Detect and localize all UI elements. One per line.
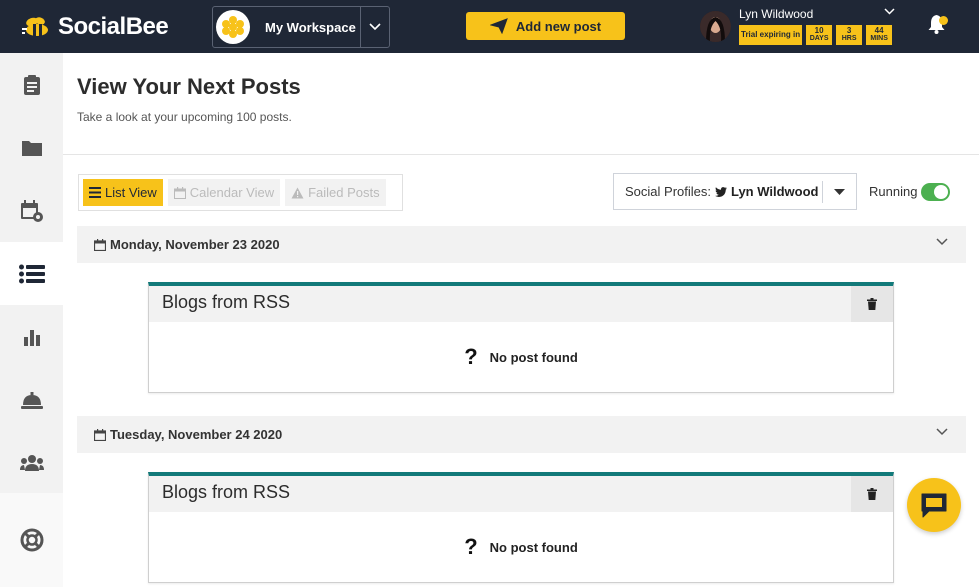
bar-chart-icon (23, 329, 40, 346)
sidebar-item-categories[interactable] (0, 116, 63, 179)
folder-icon (21, 140, 42, 156)
notification-badge (939, 16, 948, 25)
list-icon (18, 264, 45, 283)
chevron-down-icon[interactable] (936, 238, 948, 246)
warning-icon (291, 187, 304, 198)
calendar-gear-icon (20, 199, 43, 222)
social-profiles-value: Lyn Wildwood (730, 184, 819, 199)
empty-state-text: No post found (489, 539, 578, 555)
socialbee-logo[interactable]: SocialBee (22, 12, 169, 42)
sidebar-item-concierge[interactable] (0, 368, 63, 431)
user-name[interactable]: Lyn Wildwood (739, 7, 813, 21)
user-photo-icon (700, 11, 731, 42)
sidebar-item-team[interactable] (0, 431, 63, 494)
tab-list-view-label: List View (105, 185, 157, 200)
sidebar-item-queue[interactable] (0, 242, 63, 305)
service-bell-icon (20, 391, 43, 409)
category-card-header: Blogs from RSS (149, 286, 893, 322)
tab-failed-posts-label: Failed Posts (308, 185, 380, 200)
sidebar-item-content[interactable] (0, 53, 63, 116)
category-card: Blogs from RSS ? No post found (148, 472, 894, 583)
social-profiles-label: Social Profiles: Lyn Wildwood (625, 184, 819, 199)
workspace-selector[interactable]: My Workspace (212, 6, 390, 48)
users-icon (19, 454, 44, 471)
calendar-icon (94, 238, 106, 251)
calendar-icon (94, 428, 106, 441)
page-subtitle: Take a look at your upcoming 100 posts. (77, 110, 292, 124)
list-icon (89, 187, 101, 198)
tab-calendar-view-label: Calendar View (189, 185, 275, 200)
view-tabs: List View Calendar View Failed Posts (78, 174, 403, 211)
tab-failed-posts[interactable]: Failed Posts (285, 179, 386, 206)
main-content: View Your Next Posts Take a look at your… (63, 53, 979, 587)
chevron-down-icon (369, 23, 381, 31)
running-toggle[interactable] (921, 183, 950, 201)
trial-label: Trial expiring in (739, 25, 803, 45)
trial-days: 10 DAYS (806, 25, 833, 45)
paper-plane-icon (489, 18, 508, 34)
category-title: Blogs from RSS (162, 292, 291, 312)
empty-state-text: No post found (489, 349, 578, 365)
logo-text: SocialBee (58, 13, 169, 40)
clipboard-icon (23, 74, 40, 95)
caret-down-icon (834, 188, 845, 195)
question-icon: ? (464, 344, 478, 369)
social-profiles-select[interactable]: Social Profiles: Lyn Wildwood (613, 173, 857, 210)
delete-button[interactable] (851, 286, 893, 322)
delete-button[interactable] (851, 476, 893, 512)
bee-icon (22, 17, 48, 36)
workspace-avatar (216, 10, 250, 44)
running-label: Running (869, 184, 918, 199)
trial-minutes: 44 MINS (866, 25, 893, 45)
user-menu-chevron-icon[interactable] (884, 8, 895, 15)
category-card: Blogs from RSS ? No post found (148, 282, 894, 393)
day-date: Tuesday, November 24 2020 (110, 427, 283, 442)
chat-icon (921, 493, 947, 518)
day-header[interactable]: Monday, November 23 2020 (77, 226, 966, 263)
empty-state: ? No post found (149, 322, 893, 392)
twitter-icon (714, 186, 727, 197)
page-title: View Your Next Posts (77, 74, 301, 99)
user-avatar[interactable] (700, 11, 731, 42)
toggle-knob (934, 185, 948, 199)
calendar-icon (173, 186, 186, 199)
category-title: Blogs from RSS (162, 482, 291, 502)
sidebar-item-analytics[interactable] (0, 305, 63, 368)
question-icon: ? (464, 534, 478, 559)
trash-icon (867, 488, 877, 500)
top-bar: SocialBee My Workspace Add new post Lyn … (0, 0, 979, 53)
category-card-header: Blogs from RSS (149, 476, 893, 512)
life-ring-icon (20, 528, 43, 552)
sidebar (0, 53, 63, 587)
add-new-post-button[interactable]: Add new post (466, 12, 625, 40)
sidebar-item-help[interactable] (0, 493, 63, 587)
add-new-post-label: Add new post (515, 18, 602, 34)
day-header[interactable]: Tuesday, November 24 2020 (77, 416, 966, 453)
honeycomb-icon (222, 16, 244, 38)
trash-icon (867, 298, 877, 310)
trial-hours: 3 HRS (836, 25, 863, 45)
trial-countdown: Trial expiring in 10 DAYS 3 HRS 44 MINS (739, 25, 893, 45)
tab-list-view[interactable]: List View (83, 179, 163, 206)
chat-button[interactable] (907, 478, 961, 532)
empty-state: ? No post found (149, 512, 893, 582)
header-divider (63, 154, 979, 155)
tab-calendar-view[interactable]: Calendar View (167, 179, 281, 206)
chevron-down-icon[interactable] (936, 428, 948, 436)
workspace-dropdown-button[interactable] (360, 7, 389, 47)
sidebar-item-schedule[interactable] (0, 179, 63, 242)
social-profiles-dropdown-button[interactable] (822, 180, 856, 203)
day-date: Monday, November 23 2020 (110, 237, 280, 252)
workspace-label: My Workspace (265, 19, 356, 35)
